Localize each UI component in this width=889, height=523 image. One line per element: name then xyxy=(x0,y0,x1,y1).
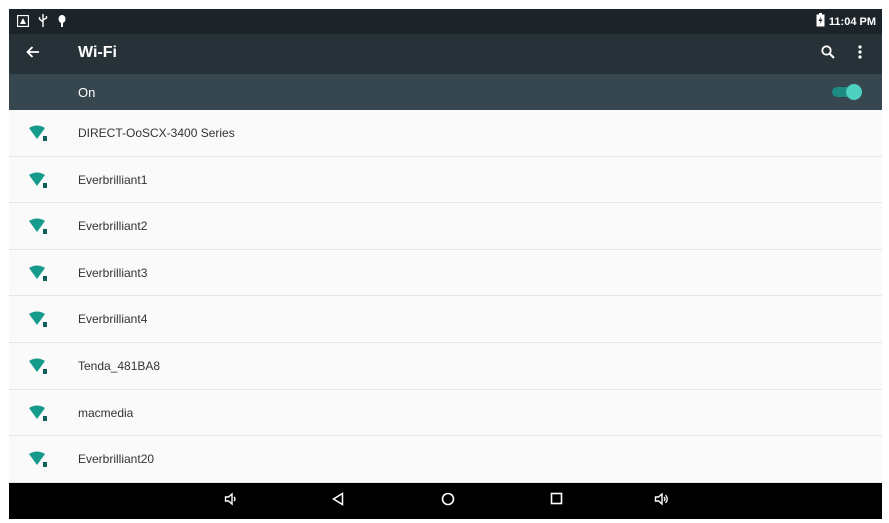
wifi-signal-icon xyxy=(29,451,49,468)
volume-down-icon xyxy=(224,491,238,511)
network-name: Everbrilliant2 xyxy=(78,219,148,234)
network-name: Everbrilliant3 xyxy=(78,265,148,280)
network-row[interactable]: DIRECT-OoSCX-3400 Series xyxy=(9,110,882,157)
wifi-signal-icon xyxy=(29,358,49,375)
wifi-toggle-bar[interactable]: On xyxy=(9,74,882,110)
home-nav-button[interactable] xyxy=(437,491,459,511)
notification-icon xyxy=(16,14,30,32)
recents-nav-button[interactable] xyxy=(545,491,567,511)
recents-icon xyxy=(550,492,563,510)
more-vert-icon xyxy=(858,44,862,64)
back-icon xyxy=(331,491,345,511)
network-row[interactable]: Tenda_481BA8 xyxy=(9,343,882,390)
back-nav-button[interactable] xyxy=(327,491,349,511)
status-time: 11:04 PM xyxy=(828,15,876,28)
network-name: Tenda_481BA8 xyxy=(78,358,161,373)
usb-icon xyxy=(38,14,48,32)
volume-up-icon xyxy=(654,491,670,511)
wifi-settings-screen: 11:04 PM Wi-Fi On DIRECT-OoSCX-3400 Seri… xyxy=(9,9,882,519)
network-row[interactable]: Everbrilliant20 xyxy=(9,436,882,483)
back-button[interactable] xyxy=(21,42,45,66)
network-name: DIRECT-OoSCX-3400 Series xyxy=(78,126,235,140)
network-name: Everbrilliant20 xyxy=(78,452,155,467)
network-row[interactable]: Everbrilliant2 xyxy=(9,203,882,250)
status-bar: 11:04 PM xyxy=(9,9,882,34)
status-system: 11:04 PM xyxy=(816,13,876,30)
network-name: Everbrilliant1 xyxy=(78,172,148,187)
page-title: Wi-Fi xyxy=(78,44,117,61)
navigation-bar xyxy=(9,483,882,519)
volume-down-button[interactable] xyxy=(220,491,242,511)
network-list: DIRECT-OoSCX-3400 Series Everbrilliant1 … xyxy=(9,110,882,483)
network-name: macmedia xyxy=(78,405,134,420)
wifi-signal-icon xyxy=(29,172,49,189)
debug-icon xyxy=(57,14,67,32)
wifi-toggle-label: On xyxy=(78,85,96,100)
wifi-signal-icon xyxy=(29,405,49,422)
search-icon xyxy=(821,44,835,64)
network-row[interactable]: macmedia xyxy=(9,390,882,437)
wifi-signal-icon xyxy=(29,265,49,282)
wifi-signal-icon xyxy=(29,311,49,328)
switch-thumb xyxy=(846,84,862,100)
wifi-signal-icon xyxy=(29,218,49,235)
wifi-switch[interactable] xyxy=(832,84,862,100)
battery-icon xyxy=(816,13,825,30)
network-name: Everbrilliant4 xyxy=(78,312,148,327)
status-notifications xyxy=(16,14,67,32)
network-row[interactable]: Everbrilliant1 xyxy=(9,157,882,204)
search-button[interactable] xyxy=(816,42,840,66)
wifi-signal-icon xyxy=(29,125,49,142)
more-options-button[interactable] xyxy=(850,42,870,66)
network-row[interactable]: Everbrilliant3 xyxy=(9,250,882,297)
home-icon xyxy=(441,492,455,511)
volume-up-button[interactable] xyxy=(651,491,673,511)
back-arrow-icon xyxy=(26,45,40,63)
network-row[interactable]: Everbrilliant4 xyxy=(9,296,882,343)
app-bar: Wi-Fi xyxy=(9,34,882,74)
